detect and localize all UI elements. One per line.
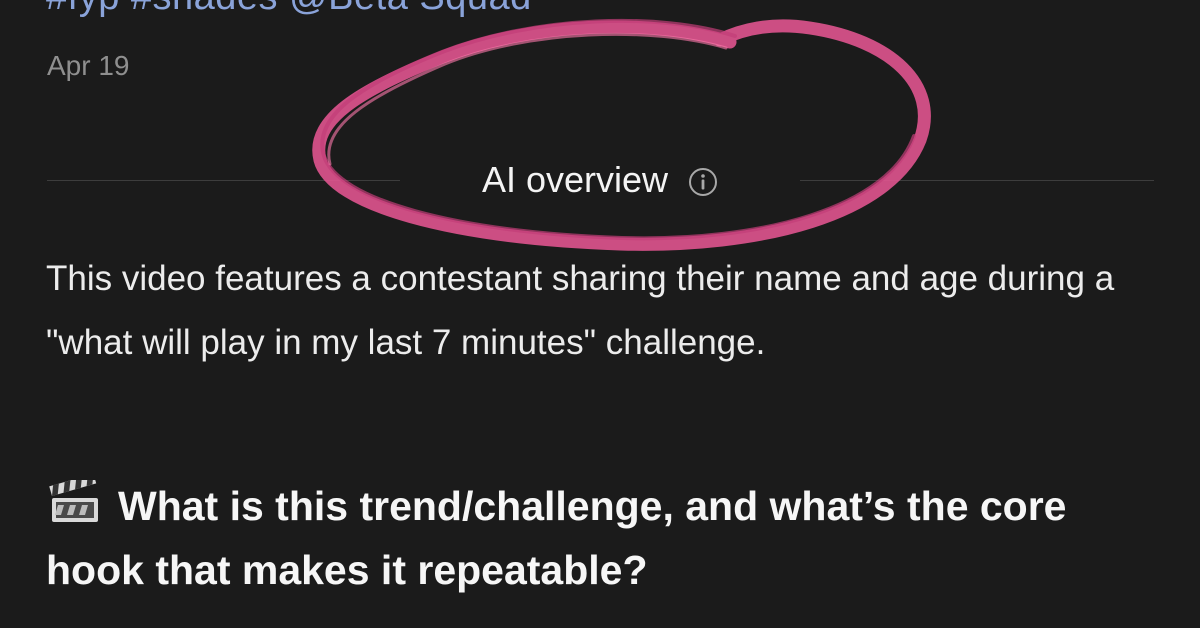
highlight-scribble bbox=[312, 18, 931, 251]
ai-overview-header: AI overview bbox=[400, 158, 800, 202]
ai-overview-question-text: What is this trend/challenge, and what’s… bbox=[46, 483, 1067, 593]
clapper-board-icon bbox=[46, 473, 104, 526]
post-date: Apr 19 bbox=[47, 50, 130, 81]
post-hashtags[interactable]: #fyp #shades @Beta Squad bbox=[46, 0, 532, 19]
ai-overview-title: AI overview bbox=[481, 159, 669, 200]
info-circle-icon[interactable] bbox=[688, 167, 718, 197]
ai-overview-question: What is this trend/challenge, and what’s… bbox=[46, 473, 1156, 602]
ai-overview-summary: This video features a contestant sharing… bbox=[46, 259, 1115, 362]
